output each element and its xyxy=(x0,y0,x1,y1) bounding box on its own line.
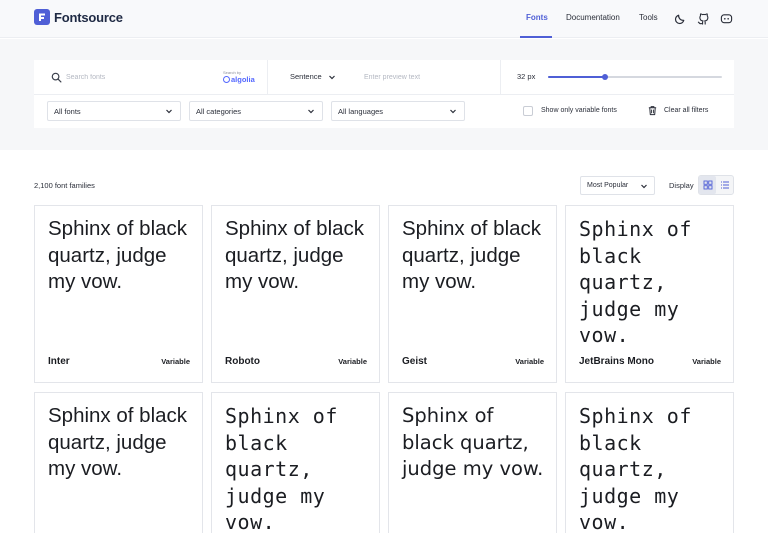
brand-name: Fontsource xyxy=(54,9,123,25)
sort-value: Most Popular xyxy=(587,182,629,189)
variable-badge: Variable xyxy=(338,357,367,366)
nav-documentation[interactable]: Documentation xyxy=(566,13,620,22)
active-nav-indicator xyxy=(520,36,552,38)
variable-badge: Variable xyxy=(161,357,190,366)
algolia-label: algolia xyxy=(231,75,255,84)
sort-select[interactable]: Most Popular xyxy=(580,176,655,195)
list-view-button[interactable] xyxy=(716,176,733,194)
font-size-slider[interactable] xyxy=(548,74,722,80)
trash-icon[interactable] xyxy=(647,105,658,116)
font-preview: Sphinx of black quartz, judge my vow. xyxy=(402,217,542,293)
fonts-filter-value: All fonts xyxy=(54,106,81,116)
font-name: Roboto xyxy=(225,356,260,367)
font-preview: Sphinx of black quartz, judge my vow. xyxy=(225,217,365,293)
font-preview: Sphinx of black quartz, judge my vow. xyxy=(225,404,338,533)
categories-filter-select[interactable]: All categories xyxy=(189,101,323,121)
algolia-logo-icon xyxy=(223,76,230,83)
font-preview: Sphinx of black quartz, judge my vow. xyxy=(48,217,188,293)
font-card-jetbrains-mono[interactable]: Sphinx of black quartz, judge my vow. Je… xyxy=(565,205,734,383)
preview-text-input[interactable] xyxy=(364,70,494,84)
font-preview: Sphinx of black quartz, judge my vow. xyxy=(579,217,692,347)
font-count: 2,100 font families xyxy=(34,181,95,190)
fonts-filter-select[interactable]: All fonts xyxy=(47,101,181,121)
display-label: Display xyxy=(669,181,694,190)
font-card-geist[interactable]: Sphinx of black quartz, judge my vow. Ge… xyxy=(388,205,557,383)
grid-view-button[interactable] xyxy=(699,176,716,194)
chevron-down-icon xyxy=(308,109,314,114)
font-name: JetBrains Mono xyxy=(579,356,655,367)
algolia-badge[interactable]: Search by algolia xyxy=(223,70,257,86)
search-input[interactable] xyxy=(66,70,216,84)
font-card[interactable]: Sphinx of black quartz, judge my vow. xyxy=(211,392,380,533)
divider xyxy=(34,94,734,95)
preview-mode-select[interactable]: Sentence xyxy=(290,72,336,81)
font-card-inter[interactable]: Sphinx of black quartz, judge my vow. In… xyxy=(34,205,203,383)
chevron-down-icon xyxy=(641,184,647,188)
view-toggle xyxy=(698,175,734,195)
divider xyxy=(500,60,501,94)
font-card[interactable]: Sphinx of black quartz, judge my vow. xyxy=(565,392,734,533)
discord-icon[interactable] xyxy=(720,12,733,25)
preview-mode-value: Sentence xyxy=(290,72,322,81)
nav-tools[interactable]: Tools xyxy=(639,13,658,22)
font-card[interactable]: Sphinx of black quartz, judge my vow. xyxy=(34,392,203,533)
variable-only-label[interactable]: Show only variable fonts xyxy=(541,107,617,114)
categories-filter-value: All categories xyxy=(196,106,242,116)
variable-badge: Variable xyxy=(515,357,544,366)
moon-icon[interactable] xyxy=(674,12,687,25)
clear-filters-button[interactable]: Clear all filters xyxy=(664,107,708,114)
chevron-down-icon xyxy=(166,109,172,114)
slider-thumb[interactable] xyxy=(602,74,609,80)
logo[interactable]: Fontsource xyxy=(34,9,123,25)
font-preview: Sphinx of black quartz, judge my vow. xyxy=(579,404,692,533)
font-preview: Sphinx of black quartz, judge my vow. xyxy=(402,404,544,480)
chevron-down-icon xyxy=(450,109,456,114)
search-icon xyxy=(51,72,62,83)
languages-filter-select[interactable]: All languages xyxy=(331,101,465,121)
fontsource-logo-icon xyxy=(34,9,50,25)
divider xyxy=(267,60,268,94)
list-icon xyxy=(720,181,729,189)
font-name: Inter xyxy=(48,356,70,367)
font-card-roboto[interactable]: Sphinx of black quartz, judge my vow. Ro… xyxy=(211,205,380,383)
variable-only-checkbox[interactable] xyxy=(523,106,533,116)
font-size-label: 32 px xyxy=(517,72,536,81)
filter-panel: Search by algolia Sentence 32 px All fon… xyxy=(34,60,734,128)
nav-fonts[interactable]: Fonts xyxy=(526,13,548,22)
variable-badge: Variable xyxy=(692,357,721,366)
grid-icon xyxy=(703,180,712,190)
github-icon[interactable] xyxy=(697,12,710,25)
font-preview: Sphinx of black quartz, judge my vow. xyxy=(48,404,188,480)
languages-filter-value: All languages xyxy=(338,106,384,116)
chevron-down-icon xyxy=(328,75,335,79)
font-name: Geist xyxy=(402,356,428,367)
font-card[interactable]: Sphinx of black quartz, judge my vow. xyxy=(388,392,557,533)
slider-fill xyxy=(548,76,606,78)
top-header: Fontsource Fonts Documentation Tools xyxy=(0,0,768,38)
